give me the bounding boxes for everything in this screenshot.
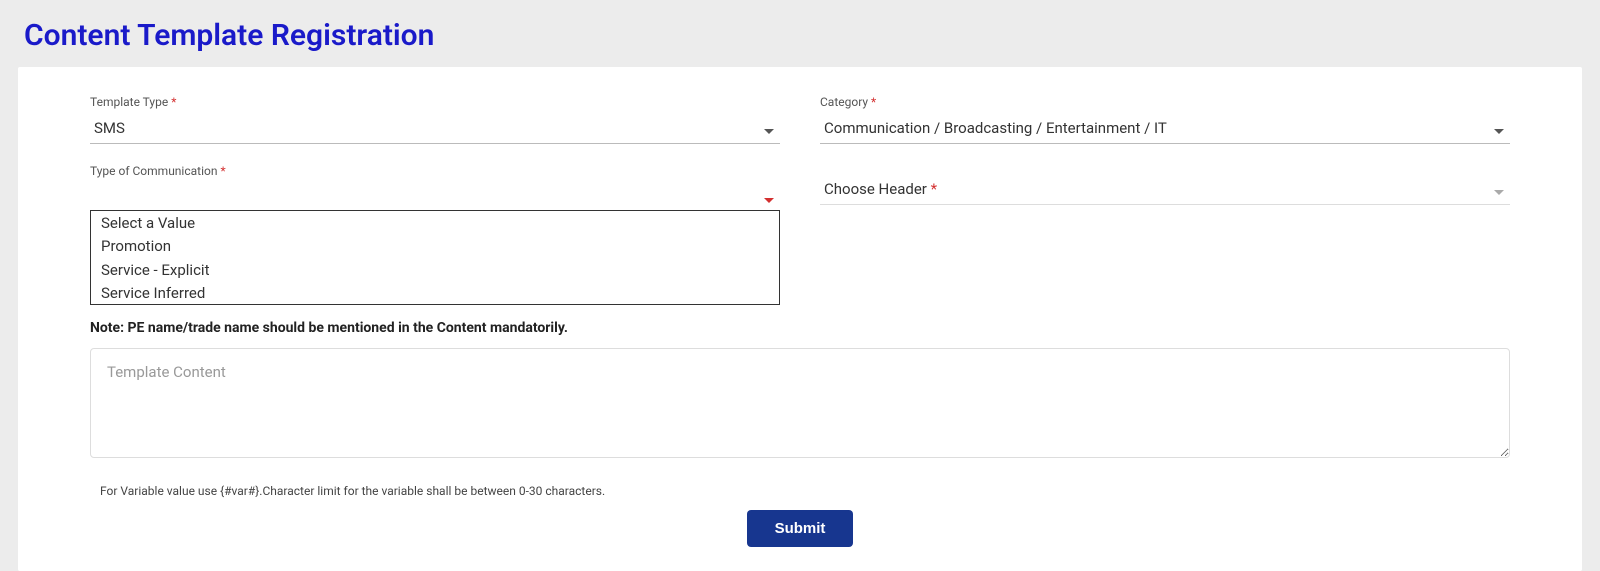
dropdown-option[interactable]: Select a Value [91,211,779,234]
type-of-communication-dropdown: Select a Value Promotion Service - Expli… [90,210,780,305]
chevron-down-icon [1494,184,1504,194]
template-type-select[interactable]: SMS [90,113,780,144]
page-title: Content Template Registration [0,0,1600,67]
template-type-label: Template Type * [90,95,780,109]
chevron-down-icon [1494,123,1504,133]
type-of-communication-select[interactable] [90,182,780,212]
field-type-of-communication: Type of Communication * Select a Value P… [90,164,780,212]
label-text: Template Type [90,95,168,109]
label-text: Category [820,95,868,109]
template-content-textarea[interactable] [90,348,1510,458]
required-star: * [871,95,876,109]
field-choose-header: Choose Header * [820,174,1510,212]
dropdown-option[interactable]: Service Inferred [91,281,779,304]
chevron-down-icon [764,192,774,202]
dropdown-option[interactable]: Service - Explicit [91,258,779,281]
helper-text: For Variable value use {#var#}.Character… [90,484,1510,498]
note-text: Note: PE name/trade name should be menti… [90,320,1510,336]
field-template-type: Template Type * SMS [90,95,780,144]
field-category: Category * Communication / Broadcasting … [820,95,1510,144]
template-type-value: SMS [94,119,125,137]
type-of-communication-label: Type of Communication * [90,164,780,178]
chevron-down-icon [764,123,774,133]
choose-header-select[interactable]: Choose Header * [820,174,1510,205]
type-of-communication-value [94,188,98,206]
choose-header-label-text: Choose Header [824,180,927,198]
form-card: Template Type * SMS Category * Communica… [18,67,1582,571]
label-text: Type of Communication [90,164,217,178]
category-select[interactable]: Communication / Broadcasting / Entertain… [820,113,1510,144]
category-value: Communication / Broadcasting / Entertain… [824,119,1167,137]
required-star: * [931,180,937,198]
dropdown-option[interactable]: Promotion [91,234,779,257]
category-label: Category * [820,95,1510,109]
required-star: * [220,164,225,178]
submit-button[interactable]: Submit [747,510,854,547]
required-star: * [171,95,176,109]
